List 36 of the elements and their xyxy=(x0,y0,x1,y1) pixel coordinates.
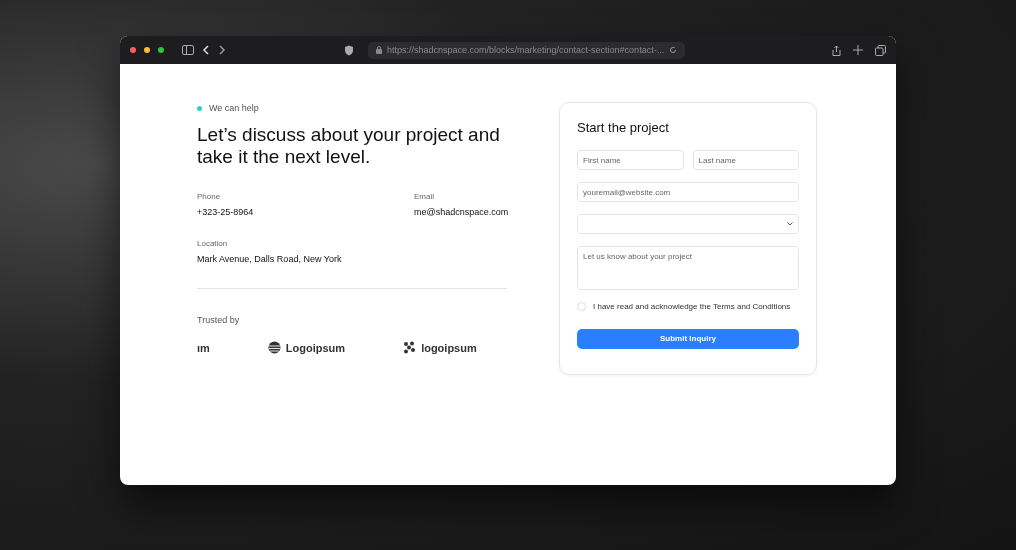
email-field[interactable]: youremail@website.com xyxy=(577,182,799,202)
eyebrow-label: We can help xyxy=(209,103,259,113)
contact-label: Phone xyxy=(197,192,222,201)
message-field[interactable]: Let us know about your project xyxy=(577,246,799,290)
back-icon[interactable] xyxy=(202,45,210,55)
consent-checkbox[interactable] xyxy=(577,302,586,311)
tabs-overview-icon[interactable] xyxy=(875,44,886,56)
page-heading: Let’s discuss about your project and take it the next level. xyxy=(197,124,501,168)
last-name-field[interactable]: Last name xyxy=(692,150,799,170)
maximize-window-button[interactable] xyxy=(158,47,164,53)
contact-value: Mark Avenue, Dalls Road, New York xyxy=(197,254,343,264)
lock-icon xyxy=(376,46,382,54)
minimize-window-button[interactable] xyxy=(144,47,150,53)
forward-icon[interactable] xyxy=(218,45,226,55)
close-window-button[interactable] xyxy=(130,47,136,53)
contact-value: me@shadcnspace.com xyxy=(414,207,509,217)
logo-wordmark: logoipsum xyxy=(421,341,477,354)
dots-logo-icon xyxy=(403,341,417,354)
contact-label: Location xyxy=(197,239,229,248)
chevron-down-icon xyxy=(787,222,793,226)
address-bar[interactable]: https://shadcnspace.com/blocks/marketing/contact-section#contact-... xyxy=(368,41,686,59)
form-title: Start the project xyxy=(577,120,670,135)
logo-wordmark: Logoipsum xyxy=(285,341,346,354)
logo-wordmark: ım xyxy=(197,341,210,354)
first-name-field[interactable]: First name xyxy=(577,150,684,170)
contact-label: Email xyxy=(414,192,435,201)
consent-label: I have read and acknowledge the Terms and Conditions xyxy=(593,302,791,311)
shield-icon[interactable] xyxy=(344,44,354,56)
submit-button[interactable]: Submit Inquiry xyxy=(577,328,799,349)
reload-icon[interactable] xyxy=(669,46,678,54)
sidebar-icon[interactable] xyxy=(182,45,194,55)
globe-logo-icon xyxy=(267,341,281,354)
new-tab-icon[interactable] xyxy=(853,44,863,55)
share-icon[interactable] xyxy=(832,44,841,56)
contact-value: +323-25-8964 xyxy=(197,207,255,217)
trusted-by-label: Trusted by xyxy=(197,315,241,325)
